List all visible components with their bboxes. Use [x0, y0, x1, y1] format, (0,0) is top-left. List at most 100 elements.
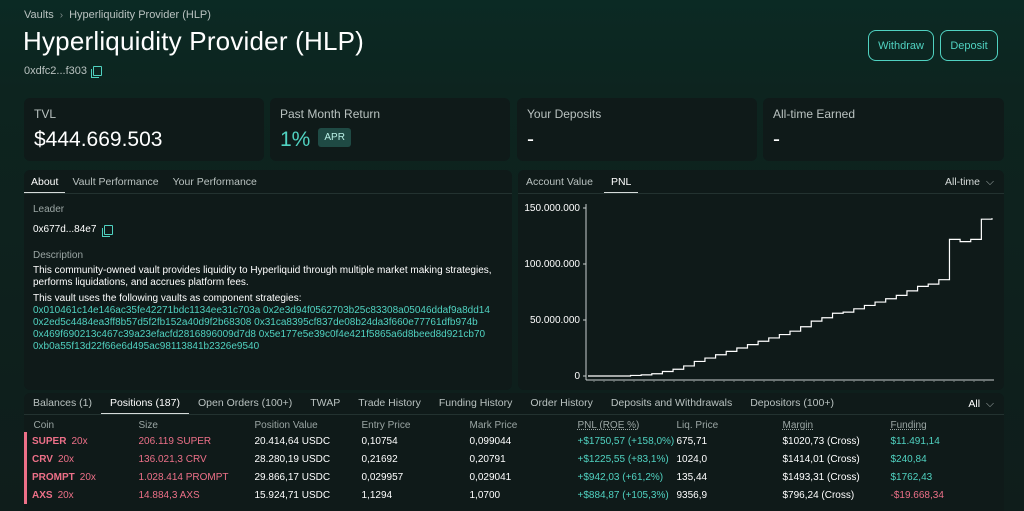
positions-tabs: Balances (1) Positions (187) Open Orders… [24, 393, 1004, 415]
your-deposits-value: - [527, 128, 534, 151]
position-value-cell: 15.924,71 USDC [254, 489, 331, 501]
col-margin[interactable]: Margin [783, 415, 891, 432]
col-pnl[interactable]: PNL (ROE %) [578, 415, 677, 432]
table-row[interactable]: AXS 20x 14.884,3 AXS 15.924,71 USDC 1,129… [24, 486, 1005, 504]
position-value-cell: 20.414,64 USDC [254, 435, 331, 447]
entry-price-cell: 1,1294 [361, 489, 393, 501]
tab-funding-history[interactable]: Funding History [430, 393, 522, 414]
coin-cell[interactable]: PROMPT 20x [24, 468, 139, 486]
table-row[interactable]: SUPER 20x 206.119 SUPER 20.414,64 USDC 0,… [24, 432, 1005, 450]
coin-name: PROMPT [32, 471, 75, 483]
chart-panel: Account Value PNL All-time ⌵ 150.000.000 1… [518, 170, 1004, 390]
margin-cell: $796,24 (Cross) [782, 489, 855, 501]
tvl-label: TVL [34, 107, 57, 121]
leverage: 20x [71, 435, 88, 447]
tab-about[interactable]: About [24, 170, 66, 193]
positions-filter-select[interactable]: All ⌵ [968, 398, 994, 411]
chevron-right-icon: › [59, 9, 64, 21]
deposit-button[interactable]: Deposit [940, 30, 998, 61]
mark-price-cell: 0,099044 [469, 435, 512, 447]
vault-link[interactable]: 0x2ed5c4484ea3ff8b57d5f2fb152a40d9f2b683… [33, 317, 254, 328]
tab-depositors[interactable]: Depositors (100+) [741, 393, 843, 414]
tab-positions[interactable]: Positions (187) [100, 393, 189, 414]
tab-order-history[interactable]: Order History [521, 393, 601, 414]
filter-value: All [968, 398, 981, 410]
positions-panel: Balances (1) Positions (187) Open Orders… [24, 393, 1004, 511]
vault-link[interactable]: 0x2e3d94f0562703b25c83308a05046ddaf9a8dd… [263, 305, 490, 316]
vaults-intro: This vault uses the following vaults as … [33, 293, 302, 304]
liq-price-cell: 9356,9 [676, 489, 708, 501]
breadcrumb: Vaults › Hyperliquidity Provider (HLP) [24, 9, 211, 21]
chevron-down-icon: ⌵ [986, 398, 994, 410]
about-panel: About Vault Performance Your Performance… [24, 170, 512, 390]
breadcrumb-vaults-link[interactable]: Vaults [24, 9, 54, 21]
tvl-value: $444.669.503 [34, 128, 163, 151]
positions-table: Coin Size Position Value Entry Price Mar… [24, 415, 1004, 504]
size-cell: 14.884,3 AXS [138, 489, 200, 501]
size-cell: 206.119 SUPER [138, 435, 212, 447]
range-value: All-time [945, 176, 981, 188]
copy-icon[interactable] [91, 66, 102, 78]
chevron-down-icon: ⌵ [986, 176, 994, 188]
pnl-cell: +$1225,55 (+83,1%) [577, 453, 669, 465]
pnl-series-line [588, 218, 993, 377]
about-body: Leader 0x677d...84e7 Description This co… [24, 194, 512, 363]
y-tick-label: 150.000.000 [524, 203, 580, 214]
apr-badge: APR [318, 127, 351, 147]
tab-account-value[interactable]: Account Value [518, 170, 600, 193]
description-label: Description [33, 250, 84, 261]
month-return-value: 1% APR [280, 127, 500, 152]
tab-pnl[interactable]: PNL [603, 170, 639, 193]
about-tabs: About Vault Performance Your Performance [24, 170, 512, 194]
margin-cell: $1414,01 (Cross) [782, 453, 860, 465]
vault-link[interactable]: 0xb0a55f13d22f66e6d495ac98113841b2326e95… [33, 341, 259, 352]
col-funding[interactable]: Funding [891, 415, 1005, 432]
vault-link[interactable]: 0x469f690213c467c39a23efacfd2816896009d7… [33, 329, 259, 340]
liq-price-cell: 1024,0 [676, 453, 708, 465]
col-coin: Coin [33, 420, 55, 431]
coin-name: SUPER [32, 435, 67, 447]
coin-cell[interactable]: SUPER 20x [24, 432, 139, 450]
alltime-earned-label: All-time Earned [773, 107, 856, 121]
table-row[interactable]: PROMPT 20x 1.028.414 PROMPT 29.866,17 USD… [24, 468, 1005, 486]
mark-price-cell: 0,20791 [469, 453, 506, 465]
tab-your-performance[interactable]: Your Performance [166, 170, 264, 193]
size-cell: 1.028.414 PROMPT [138, 471, 229, 483]
tab-vault-performance[interactable]: Vault Performance [65, 170, 165, 193]
tab-balances[interactable]: Balances (1) [24, 393, 101, 414]
position-value-cell: 28.280,19 USDC [254, 453, 331, 465]
leverage: 20x [57, 489, 74, 501]
funding-cell: -$19.668,34 [890, 489, 944, 501]
description-text: This community-owned vault provides liqu… [33, 265, 492, 288]
vault-link[interactable]: 0x31ca8395cf837de08b24da3f660e77761dfb97… [254, 317, 478, 328]
margin-cell: $1020,73 (Cross) [782, 435, 860, 447]
component-vaults: 0x010461c14e146ac35fe42271bdc1134ee31c70… [33, 305, 503, 353]
month-return-label: Past Month Return [280, 107, 381, 121]
y-tick-label: 50.000.000 [530, 315, 580, 326]
pnl-cell: +$942,03 (+61,2%) [577, 471, 664, 483]
coin-name: AXS [32, 489, 53, 501]
month-return-card: Past Month Return 1% APR [270, 98, 510, 161]
vault-link[interactable]: 0x010461c14e146ac35fe42271bdc1134ee31c70… [33, 305, 263, 316]
y-tick-label: 0 [574, 371, 580, 382]
funding-cell: $240,84 [890, 453, 927, 465]
table-header-row: Coin Size Position Value Entry Price Mar… [26, 415, 1005, 432]
vault-link[interactable]: 0x5e177e5e39c0f4e421f5865a6d8beed8d921cb… [259, 329, 485, 340]
tab-twap[interactable]: TWAP [301, 393, 349, 414]
col-position-value: Position Value [254, 420, 318, 431]
col-mark-price: Mark Price [469, 420, 518, 431]
page-title: Hyperliquidity Provider (HLP) [23, 26, 365, 56]
vault-address-text: 0xdfc2...f303 [24, 65, 87, 77]
copy-icon[interactable] [102, 225, 114, 237]
your-deposits-card: Your Deposits - [517, 98, 757, 161]
range-select[interactable]: All-time ⌵ [945, 176, 994, 189]
coin-cell[interactable]: AXS 20x [24, 486, 139, 504]
withdraw-button[interactable]: Withdraw [868, 30, 934, 61]
y-tick-label: 100.000.000 [524, 259, 580, 270]
coin-cell[interactable]: CRV 20x [24, 450, 139, 468]
tab-deposits-withdrawals[interactable]: Deposits and Withdrawals [602, 393, 741, 414]
tab-trade-history[interactable]: Trade History [349, 393, 430, 414]
table-row[interactable]: CRV 20x 136.021,3 CRV 28.280,19 USDC 0,21… [24, 450, 1005, 468]
tab-open-orders[interactable]: Open Orders (100+) [189, 393, 301, 414]
chart-tabs: Account Value PNL [518, 170, 1004, 194]
